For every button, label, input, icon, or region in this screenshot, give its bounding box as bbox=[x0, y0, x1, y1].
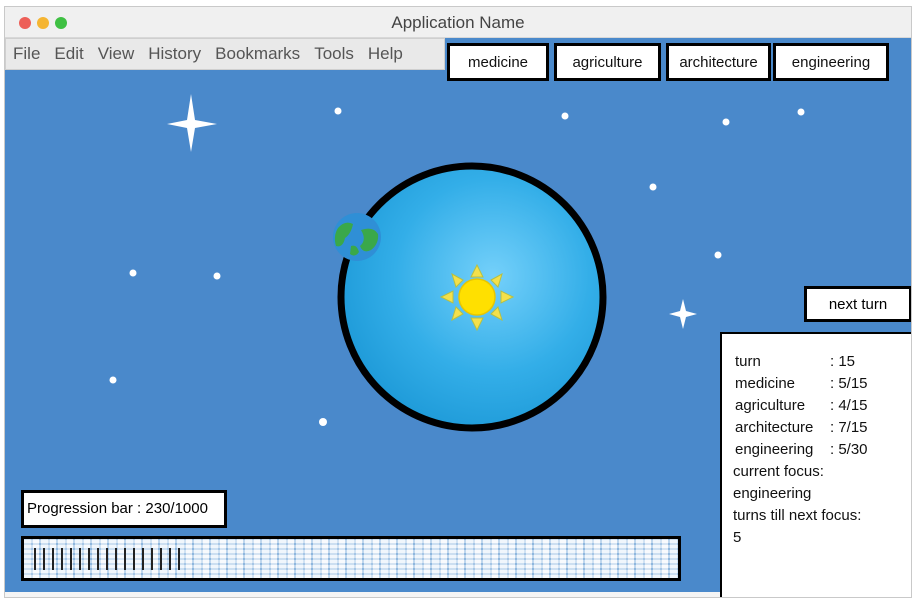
stat-value: : 5/15 bbox=[830, 375, 868, 392]
focus-engineering-button[interactable]: engineering bbox=[773, 43, 889, 81]
menu-history[interactable]: History bbox=[141, 44, 208, 64]
sun-icon bbox=[439, 263, 515, 332]
stat-label: medicine bbox=[735, 375, 796, 392]
star bbox=[213, 272, 221, 280]
window-title: Application Name bbox=[391, 13, 525, 32]
menu-tools[interactable]: Tools bbox=[307, 44, 361, 64]
stat-label: engineering bbox=[735, 441, 814, 458]
star bbox=[334, 107, 342, 115]
star bbox=[561, 112, 569, 120]
stat-architecture: architecture : 7/15 bbox=[735, 419, 868, 436]
stat-value: : 15 bbox=[830, 353, 856, 370]
stat-value: : 5/30 bbox=[830, 441, 868, 458]
star bbox=[797, 108, 805, 116]
menu-bookmarks[interactable]: Bookmarks bbox=[208, 44, 307, 64]
menu-help[interactable]: Help bbox=[361, 44, 410, 64]
menu-edit[interactable]: Edit bbox=[47, 44, 90, 64]
progression-label: Progression bar : 230/1000 bbox=[21, 490, 227, 528]
sparkle-star-icon bbox=[167, 94, 217, 152]
star bbox=[722, 118, 730, 126]
star bbox=[129, 269, 137, 277]
current-focus-value: engineering bbox=[733, 485, 812, 502]
progression-bar bbox=[21, 536, 681, 581]
focus-architecture-button[interactable]: architecture bbox=[666, 43, 771, 81]
sparkle-star-icon bbox=[669, 299, 697, 329]
title-bar: Application Name bbox=[5, 7, 911, 38]
star bbox=[714, 251, 722, 259]
current-focus-label: current focus: bbox=[733, 463, 824, 480]
star bbox=[109, 376, 117, 384]
star bbox=[319, 418, 327, 426]
star bbox=[649, 183, 657, 191]
stat-label: agriculture bbox=[735, 397, 806, 414]
earth-icon bbox=[333, 213, 381, 261]
turns-till-next-focus-label: turns till next focus: bbox=[733, 507, 862, 524]
stat-value: : 7/15 bbox=[830, 419, 868, 436]
menu-file[interactable]: File bbox=[6, 44, 47, 64]
stat-label: architecture bbox=[735, 419, 814, 436]
app-window: Application Name File Edit View History … bbox=[4, 6, 912, 598]
stat-turn: turn : 15 bbox=[735, 353, 855, 370]
stat-medicine: medicine : 5/15 bbox=[735, 375, 868, 392]
stat-agriculture: agriculture : 4/15 bbox=[735, 397, 868, 414]
menu-view[interactable]: View bbox=[91, 44, 142, 64]
stat-engineering: engineering : 5/30 bbox=[735, 441, 868, 458]
focus-agriculture-button[interactable]: agriculture bbox=[554, 43, 661, 81]
turns-till-next-focus-value: 5 bbox=[733, 529, 742, 546]
progression-bar-fill bbox=[34, 548, 180, 570]
menu-bar: File Edit View History Bookmarks Tools H… bbox=[5, 38, 445, 70]
stats-panel: turn : 15 medicine : 5/15 agriculture : 4/1… bbox=[720, 332, 911, 597]
next-turn-button[interactable]: next turn bbox=[804, 286, 911, 322]
stat-value: : 4/15 bbox=[830, 397, 868, 414]
stat-label: turn bbox=[735, 353, 761, 370]
focus-medicine-button[interactable]: medicine bbox=[447, 43, 549, 81]
